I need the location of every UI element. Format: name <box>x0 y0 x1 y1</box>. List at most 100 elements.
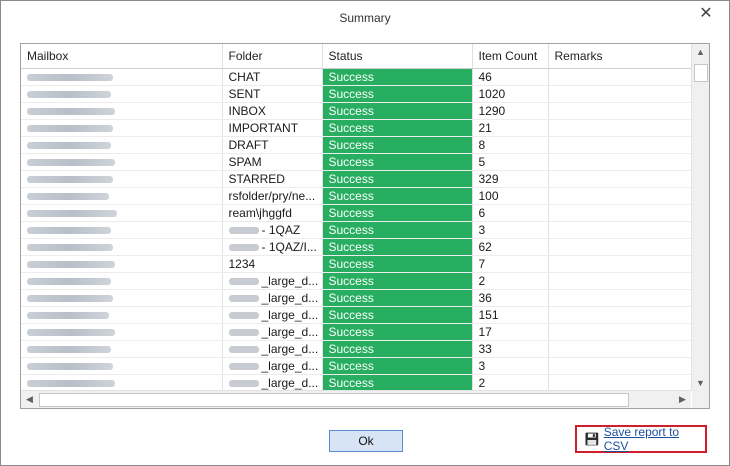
table-row[interactable]: rsfolder/pry/ne... Success 100 <box>21 187 691 205</box>
dialog-title: Summary <box>339 11 391 25</box>
cell-item-count: 3 <box>472 221 549 239</box>
table-row[interactable]: _large_d... Success 151 <box>21 306 691 324</box>
redacted-mailbox <box>27 159 115 167</box>
folder-name: SENT <box>228 87 261 101</box>
cell-mailbox <box>21 221 223 239</box>
column-header-mailbox[interactable]: Mailbox <box>21 44 223 69</box>
redacted-mailbox <box>27 227 111 235</box>
column-header-remarks[interactable]: Remarks <box>548 44 691 69</box>
column-header-status[interactable]: Status <box>322 44 473 69</box>
cell-item-count: 21 <box>472 119 549 137</box>
cell-remarks <box>548 289 691 307</box>
horizontal-scroll-thumb[interactable] <box>39 393 629 407</box>
redacted-mailbox <box>27 193 109 201</box>
redacted-folder-prefix <box>228 346 259 354</box>
cell-status: Success <box>322 153 473 171</box>
folder-name: 1234 <box>228 257 256 271</box>
table-row[interactable]: - 1QAZ/I... Success 62 <box>21 238 691 256</box>
cell-status: Success <box>322 306 473 324</box>
cell-status: Success <box>322 374 473 391</box>
cell-mailbox <box>21 68 223 86</box>
folder-name: _large_d... <box>261 308 319 322</box>
cell-item-count: 62 <box>472 238 549 256</box>
cell-status: Success <box>322 340 473 358</box>
cell-folder: SENT <box>222 85 323 103</box>
table-row[interactable]: _large_d... Success 3 <box>21 357 691 375</box>
cell-status: Success <box>322 357 473 375</box>
table-row[interactable]: _large_d... Success 36 <box>21 289 691 307</box>
vertical-scrollbar[interactable]: ▲ ▼ <box>691 44 709 391</box>
folder-name: _large_d... <box>261 274 319 288</box>
folder-name: DRAFT <box>228 138 269 152</box>
column-header-folder[interactable]: Folder <box>222 44 323 69</box>
table-row[interactable]: DRAFT Success 8 <box>21 136 691 154</box>
save-report-label[interactable]: Save report to CSV <box>604 425 705 453</box>
cell-mailbox <box>21 238 223 256</box>
cell-folder: _large_d... <box>222 323 323 341</box>
table-row[interactable]: STARRED Success 329 <box>21 170 691 188</box>
table-row[interactable]: 1234 Success 7 <box>21 255 691 273</box>
table-row[interactable]: INBOX Success 1290 <box>21 102 691 120</box>
redacted-mailbox <box>27 380 115 388</box>
cell-remarks <box>548 238 691 256</box>
cell-item-count: 7 <box>472 255 549 273</box>
cell-item-count: 1290 <box>472 102 549 120</box>
cell-folder: rsfolder/pry/ne... <box>222 187 323 205</box>
cell-mailbox <box>21 102 223 120</box>
table-row[interactable]: SPAM Success 5 <box>21 153 691 171</box>
arrow-right-icon[interactable]: ▶ <box>674 391 691 407</box>
cell-mailbox <box>21 272 223 290</box>
redacted-mailbox <box>27 329 115 337</box>
cell-mailbox <box>21 187 223 205</box>
horizontal-scrollbar[interactable]: ◀ ▶ <box>21 390 691 408</box>
folder-name: ream\jhggfd <box>228 206 292 220</box>
close-icon[interactable]: ✕ <box>697 5 715 23</box>
cell-folder: DRAFT <box>222 136 323 154</box>
cell-remarks <box>548 255 691 273</box>
cell-status: Success <box>322 221 473 239</box>
arrow-up-icon[interactable]: ▲ <box>692 44 709 60</box>
table-row[interactable]: CHAT Success 46 <box>21 68 691 86</box>
table-row[interactable]: _large_d... Success 17 <box>21 323 691 341</box>
redacted-mailbox <box>27 312 109 320</box>
redacted-folder-prefix <box>228 227 259 235</box>
cell-item-count: 151 <box>472 306 549 324</box>
redacted-folder-prefix <box>228 380 259 388</box>
redacted-mailbox <box>27 176 113 184</box>
cell-folder: ream\jhggfd <box>222 204 323 222</box>
redacted-mailbox <box>27 210 117 218</box>
cell-remarks <box>548 85 691 103</box>
cell-mailbox <box>21 306 223 324</box>
table-row[interactable]: - 1QAZ Success 3 <box>21 221 691 239</box>
table-row[interactable]: _large_d... Success 2 <box>21 374 691 391</box>
cell-remarks <box>548 323 691 341</box>
cell-folder: _large_d... <box>222 357 323 375</box>
arrow-down-icon[interactable]: ▼ <box>692 375 709 391</box>
cell-mailbox <box>21 204 223 222</box>
cell-folder: - 1QAZ <box>222 221 323 239</box>
table-row[interactable]: SENT Success 1020 <box>21 85 691 103</box>
cell-remarks <box>548 187 691 205</box>
redacted-mailbox <box>27 244 113 252</box>
cell-remarks <box>548 221 691 239</box>
cell-mailbox <box>21 136 223 154</box>
cell-mailbox <box>21 323 223 341</box>
table-row[interactable]: ream\jhggfd Success 6 <box>21 204 691 222</box>
cell-item-count: 33 <box>472 340 549 358</box>
arrow-left-icon[interactable]: ◀ <box>21 391 38 407</box>
column-header-item-count[interactable]: Item Count <box>472 44 549 69</box>
redacted-mailbox <box>27 91 111 99</box>
cell-item-count: 1020 <box>472 85 549 103</box>
redacted-folder-prefix <box>228 278 259 286</box>
table-row[interactable]: _large_d... Success 33 <box>21 340 691 358</box>
save-report-link[interactable]: Save report to CSV <box>575 425 707 453</box>
cell-remarks <box>548 374 691 391</box>
cell-mailbox <box>21 255 223 273</box>
cell-mailbox <box>21 340 223 358</box>
ok-button[interactable]: Ok <box>329 430 403 452</box>
cell-status: Success <box>322 68 473 86</box>
table-row[interactable]: _large_d... Success 2 <box>21 272 691 290</box>
table-row[interactable]: IMPORTANT Success 21 <box>21 119 691 137</box>
cell-status: Success <box>322 102 473 120</box>
vertical-scroll-thumb[interactable] <box>694 64 708 82</box>
